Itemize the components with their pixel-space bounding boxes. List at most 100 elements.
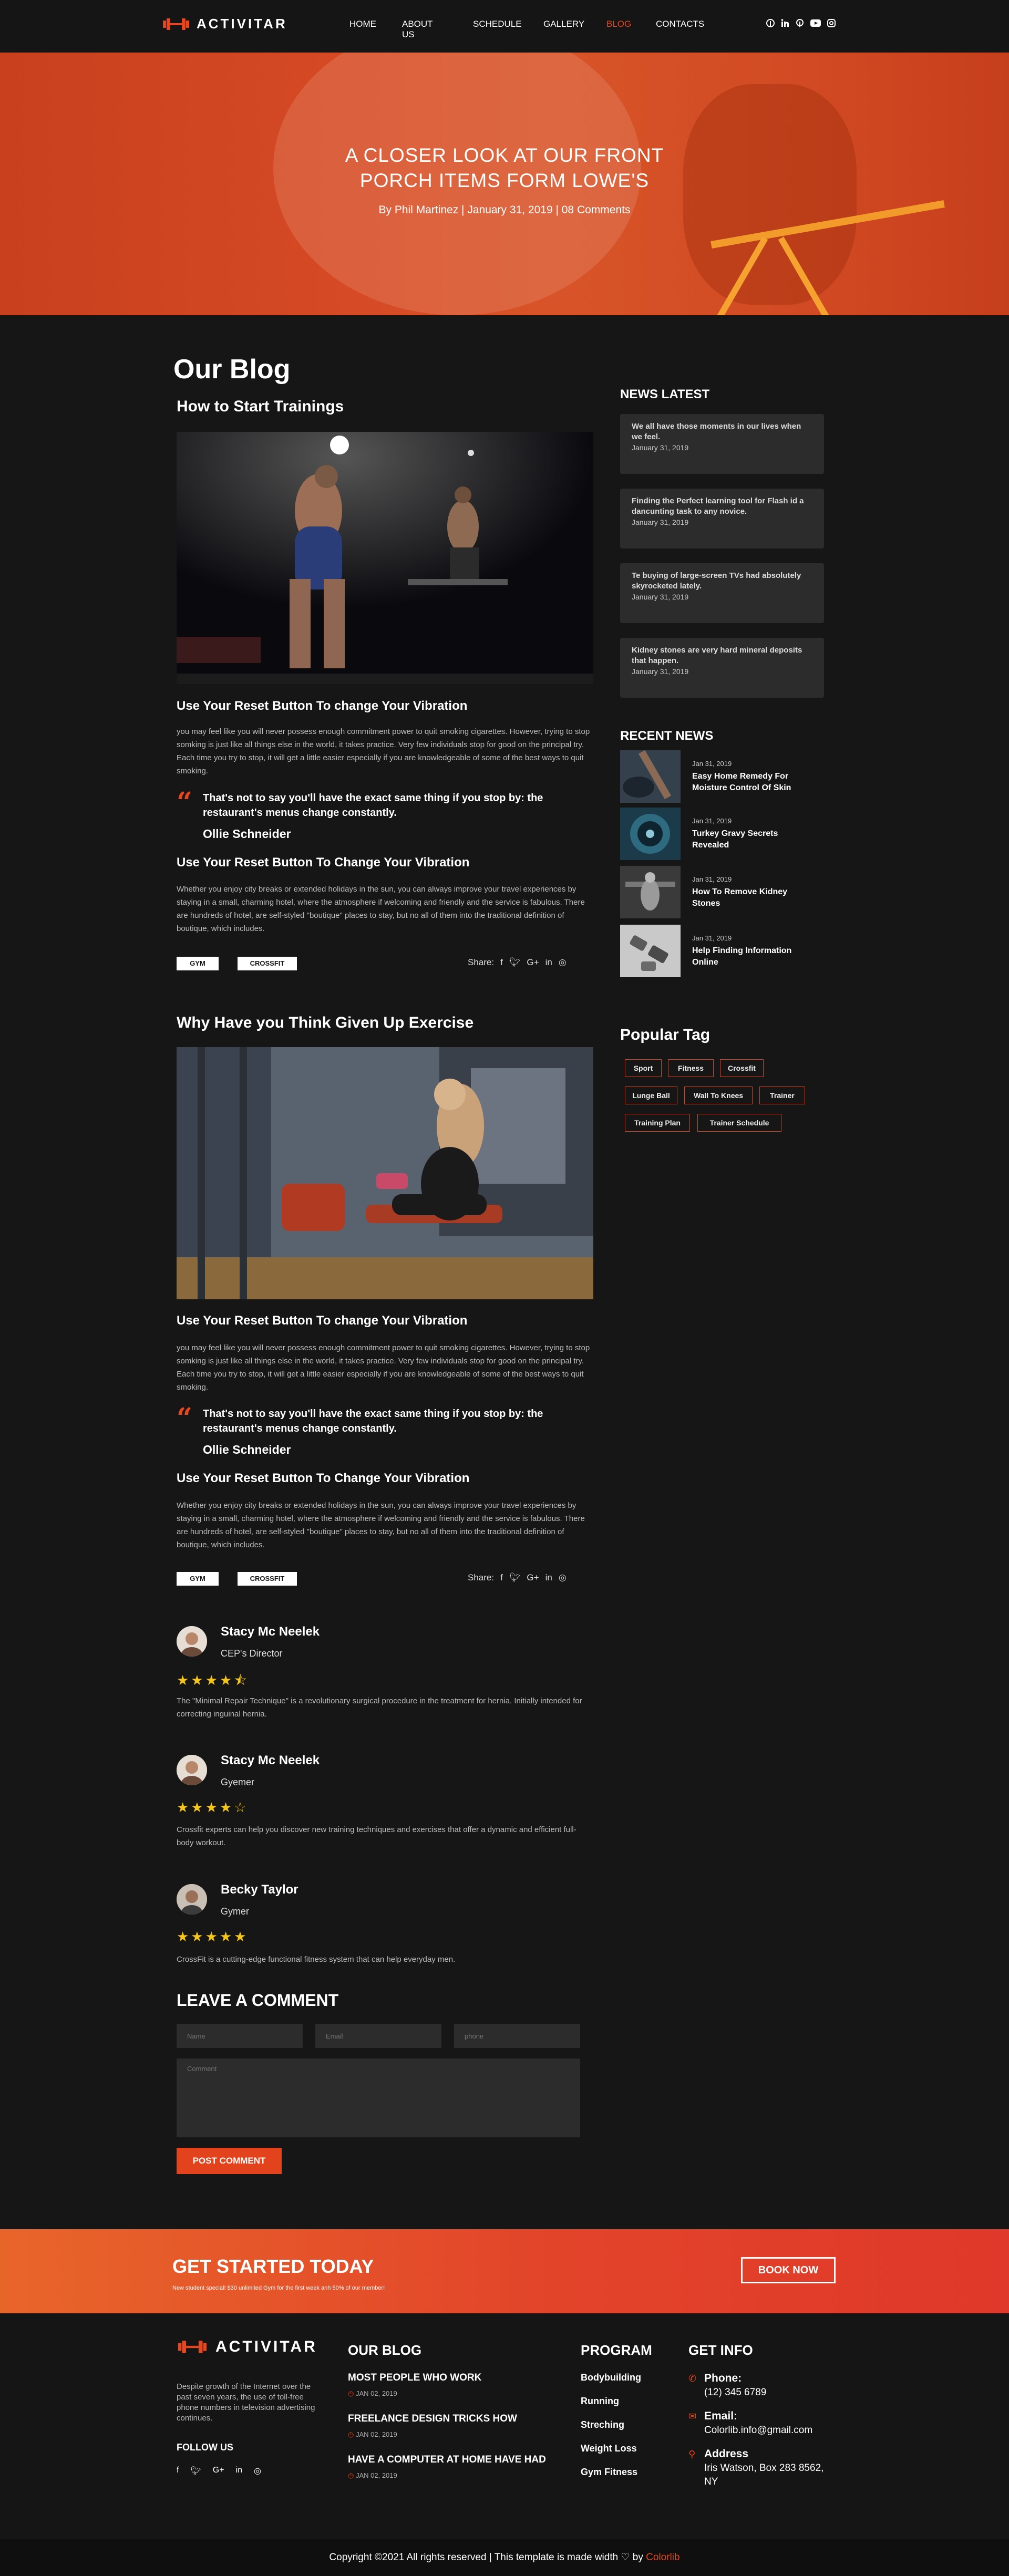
footer-blog-post[interactable]: MOST PEOPLE WHO WORK: [348, 2372, 481, 2384]
recent-news-heading: RECENT NEWS: [620, 729, 714, 743]
popular-tag[interactable]: Fitness: [668, 1059, 714, 1077]
review-text: The "Minimal Repair Technique" is a revo…: [177, 1696, 582, 1719]
post-title[interactable]: How to Start Trainings: [177, 398, 344, 416]
program-link[interactable]: Running: [581, 2396, 619, 2407]
recent-news-item[interactable]: Jan 31, 2019 How To Remove Kidney Stones: [620, 866, 813, 918]
colorlib-link[interactable]: Colorlib: [646, 2552, 679, 2563]
comment-textarea[interactable]: [177, 2058, 580, 2137]
linkedin-icon[interactable]: in: [236, 2466, 242, 2476]
quote-icon: “: [177, 787, 192, 819]
phone-value[interactable]: (12) 345 6789: [704, 2386, 766, 2399]
facebook-icon[interactable]: f: [500, 1573, 503, 1583]
tag-gym[interactable]: GYM: [177, 957, 219, 970]
our-blog-heading: OUR BLOG: [348, 2342, 422, 2358]
footer-blog-date: ◷ JAN 02, 2019: [348, 2389, 397, 2398]
tag-crossfit[interactable]: CROSSFIT: [238, 957, 297, 970]
google-plus-icon[interactable]: G+: [213, 2466, 224, 2476]
pinterest-icon[interactable]: [796, 19, 804, 27]
phone-input[interactable]: [454, 2024, 580, 2048]
nav-about-us[interactable]: ABOUT US: [402, 19, 433, 40]
news-card[interactable]: Te buying of large-screen TVs had absolu…: [620, 563, 824, 623]
google-plus-icon[interactable]: G+: [527, 957, 539, 968]
post-image[interactable]: [177, 432, 593, 684]
post-title[interactable]: Why Have you Think Given Up Exercise: [177, 1014, 473, 1032]
book-now-button[interactable]: BOOK NOW: [741, 2257, 836, 2283]
program-link[interactable]: Gym Fitness: [581, 2467, 637, 2478]
name-input[interactable]: [177, 2024, 303, 2048]
dumbbell-icon: [163, 18, 189, 30]
news-card[interactable]: Finding the Perfect learning tool for Fl…: [620, 489, 824, 549]
popular-tag[interactable]: Lunge Ball: [625, 1087, 677, 1104]
nav-schedule[interactable]: SCHEDULE: [473, 19, 522, 29]
youtube-icon[interactable]: [810, 19, 821, 27]
instagram-icon[interactable]: ◎: [254, 2466, 261, 2476]
nav-home[interactable]: HOME: [349, 19, 376, 29]
post-image[interactable]: [177, 1047, 593, 1299]
recent-news-date: Jan 31, 2019: [692, 875, 732, 883]
instagram-icon[interactable]: ◎: [559, 1573, 567, 1583]
news-title: Kidney stones are very hard mineral depo…: [632, 646, 802, 665]
share-bar: Share: f 🐦︎ G+ in ◎: [468, 957, 567, 968]
leave-comment-heading: LEAVE A COMMENT: [177, 1991, 339, 2010]
recent-news-item[interactable]: Jan 31, 2019 Easy Home Remedy For Moistu…: [620, 750, 813, 803]
linkedin-icon[interactable]: in: [545, 1573, 552, 1583]
popular-tag[interactable]: Crossfit: [720, 1059, 764, 1077]
email-value[interactable]: Colorlib.info@gmail.com: [704, 2424, 812, 2437]
footer-blog-post[interactable]: HAVE A COMPUTER AT HOME HAVE HAD: [348, 2454, 546, 2466]
facebook-icon[interactable]: f: [500, 957, 503, 968]
logo[interactable]: ACTIVITAR: [163, 16, 287, 32]
facebook-icon[interactable]: f: [177, 2466, 179, 2476]
twitter-icon[interactable]: 🐦︎: [509, 957, 521, 968]
tag-crossfit[interactable]: CROSSFIT: [238, 1572, 297, 1586]
popular-tag[interactable]: Sport: [625, 1059, 662, 1077]
news-card[interactable]: We all have those moments in our lives w…: [620, 414, 824, 474]
instagram-icon[interactable]: [827, 19, 836, 27]
nav-gallery[interactable]: GALLERY: [543, 19, 584, 29]
news-date: January 31, 2019: [632, 593, 689, 601]
news-title: We all have those moments in our lives w…: [632, 422, 801, 441]
post-paragraph: you may feel like you will never possess…: [177, 1343, 590, 1392]
post-paragraph-2: Whether you enjoy city breaks or extende…: [177, 885, 585, 933]
recent-news-thumb: [620, 750, 681, 803]
popular-tag[interactable]: Wall To Knees: [684, 1087, 753, 1104]
post-subheading: Use Your Reset Button To change Your Vib…: [177, 699, 468, 713]
google-plus-icon[interactable]: G+: [527, 1573, 539, 1583]
nav-contacts[interactable]: CONTACTS: [656, 19, 704, 29]
cta-banner: GET STARTED TODAY New student special! $…: [0, 2229, 1009, 2313]
post-subheading-2: Use Your Reset Button To Change Your Vib…: [177, 855, 470, 870]
program-link[interactable]: Streching: [581, 2419, 624, 2430]
heart-icon: ♡: [621, 2552, 630, 2563]
post-subheading-2: Use Your Reset Button To Change Your Vib…: [177, 1471, 470, 1485]
twitter-icon[interactable]: 🐦︎: [509, 1573, 521, 1583]
pinterest-icon[interactable]: [766, 19, 775, 27]
recent-news-date: Jan 31, 2019: [692, 759, 732, 768]
dumbbell-icon: [177, 2340, 208, 2354]
news-card[interactable]: Kidney stones are very hard mineral depo…: [620, 638, 824, 698]
popular-tag[interactable]: Training Plan: [625, 1114, 690, 1132]
recent-news-item[interactable]: Jan 31, 2019 Help Finding Information On…: [620, 925, 813, 977]
email-input[interactable]: [315, 2024, 441, 2048]
popular-tag[interactable]: Trainer Schedule: [697, 1114, 781, 1132]
footer-blog-post[interactable]: FREELANCE DESIGN TRICKS HOW: [348, 2413, 517, 2425]
instagram-icon[interactable]: ◎: [559, 957, 567, 968]
reviewer-name: Stacy Mc Neelek: [221, 1753, 320, 1767]
linkedin-icon[interactable]: in: [545, 957, 552, 968]
post-quote: That's not to say you'll have the exact …: [203, 1408, 543, 1434]
linkedin-icon[interactable]: [781, 19, 789, 27]
popular-tag[interactable]: Trainer: [759, 1087, 805, 1104]
footer-blog-date: ◷ JAN 02, 2019: [348, 2430, 397, 2439]
rating-stars: ★★★★☆: [177, 1799, 249, 1815]
program-link[interactable]: Bodybuilding: [581, 2372, 641, 2383]
post-comment-button[interactable]: POST COMMENT: [177, 2148, 282, 2174]
tag-gym[interactable]: GYM: [177, 1572, 219, 1586]
news-date: January 31, 2019: [632, 443, 689, 452]
footer-logo[interactable]: ACTIVITAR: [177, 2338, 317, 2356]
program-link[interactable]: Weight Loss: [581, 2443, 637, 2454]
news-date: January 31, 2019: [632, 518, 689, 526]
share-label: Share:: [468, 957, 495, 967]
nav-blog[interactable]: BLOG: [606, 19, 631, 29]
recent-news-item[interactable]: Jan 31, 2019 Turkey Gravy Secrets Reveal…: [620, 808, 813, 860]
copyright-text: Copyright ©2021 All rights reserved | Th…: [329, 2552, 621, 2563]
footer-logo-text: ACTIVITAR: [215, 2338, 317, 2355]
twitter-icon[interactable]: 🐦︎: [190, 2466, 201, 2476]
